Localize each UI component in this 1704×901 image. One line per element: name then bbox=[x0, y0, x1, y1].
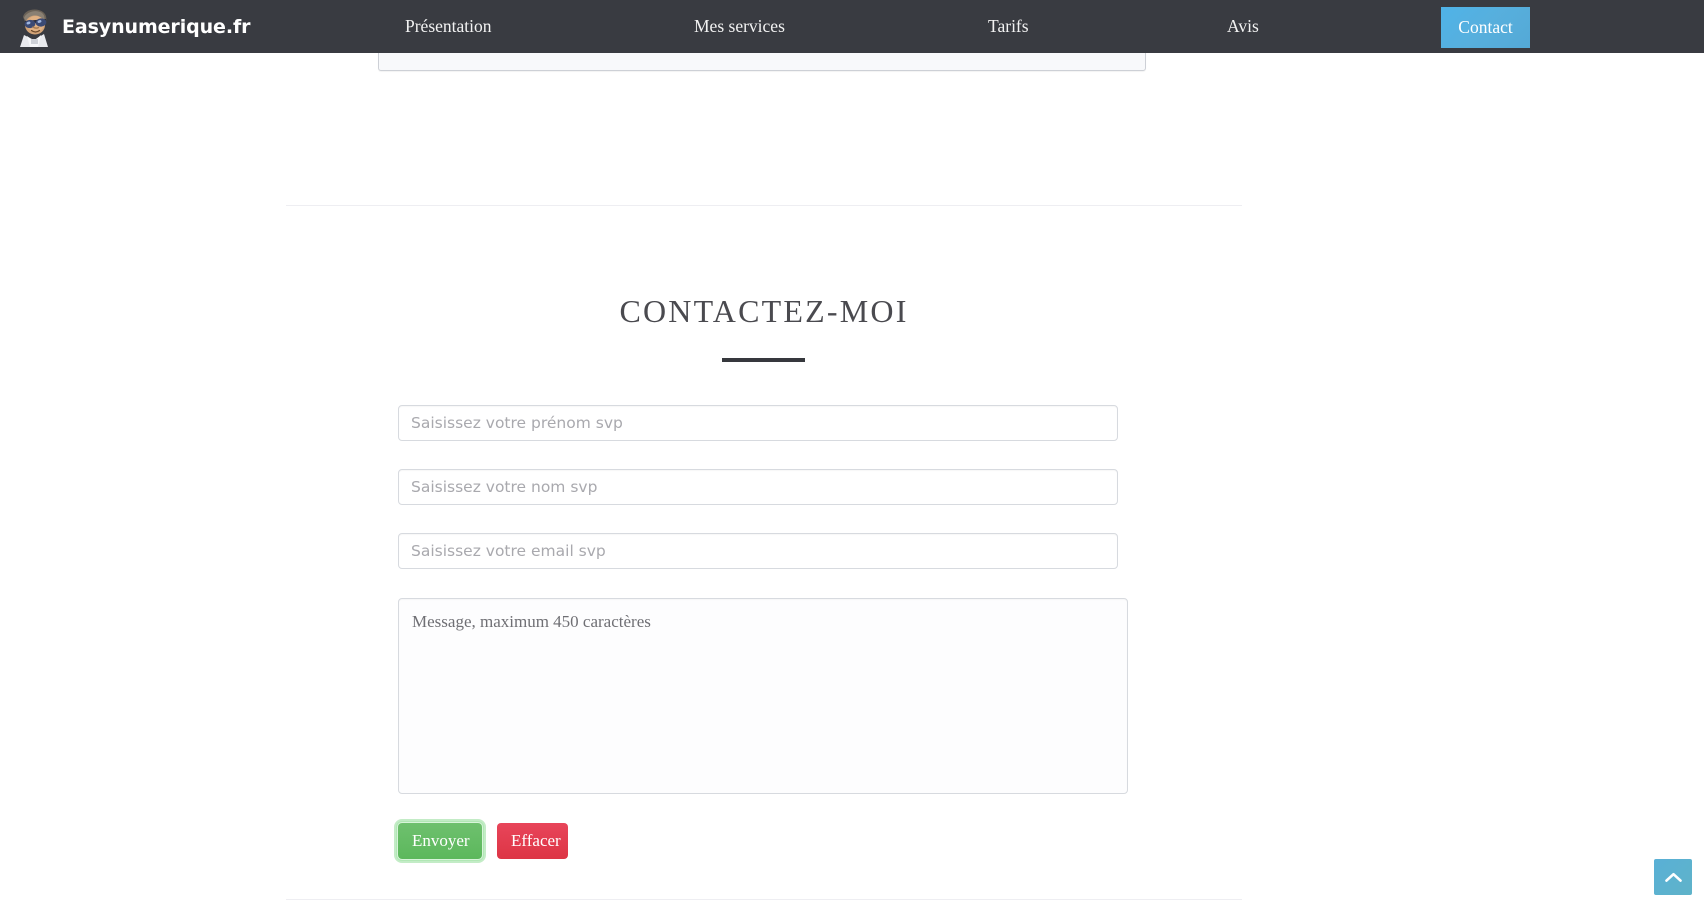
last-name-input[interactable] bbox=[398, 469, 1118, 505]
chevron-up-icon bbox=[1664, 872, 1682, 883]
message-textarea[interactable] bbox=[398, 598, 1128, 794]
nav-item-mes-services[interactable]: Mes services bbox=[694, 16, 785, 37]
nav-item-tarifs[interactable]: Tarifs bbox=[988, 16, 1029, 37]
nav-item-avis[interactable]: Avis bbox=[1227, 16, 1259, 37]
nav-item-contact-button[interactable]: Contact bbox=[1441, 7, 1530, 48]
clear-button[interactable]: Effacer bbox=[497, 823, 568, 859]
page-content: CONTACTEZ-MOI Envoyer Effacer bbox=[0, 13, 1704, 901]
contact-form: Envoyer Effacer bbox=[0, 53, 1704, 901]
email-input[interactable] bbox=[398, 533, 1118, 569]
nav-item-presentation[interactable]: Présentation bbox=[405, 16, 492, 37]
nav-links-container: Présentation Mes services Tarifs Avis Co… bbox=[0, 0, 1704, 53]
send-button[interactable]: Envoyer bbox=[394, 819, 486, 863]
mascot-logo-icon bbox=[14, 6, 52, 48]
section-divider-bottom bbox=[286, 899, 1242, 900]
brand-name-label: Easynumerique.fr bbox=[62, 15, 251, 38]
brand-home-link[interactable]: Easynumerique.fr bbox=[14, 6, 250, 48]
scroll-to-top-button[interactable] bbox=[1654, 859, 1692, 895]
first-name-input[interactable] bbox=[398, 405, 1118, 441]
top-navigation-bar: Easynumerique.fr Présentation Mes servic… bbox=[0, 0, 1704, 53]
